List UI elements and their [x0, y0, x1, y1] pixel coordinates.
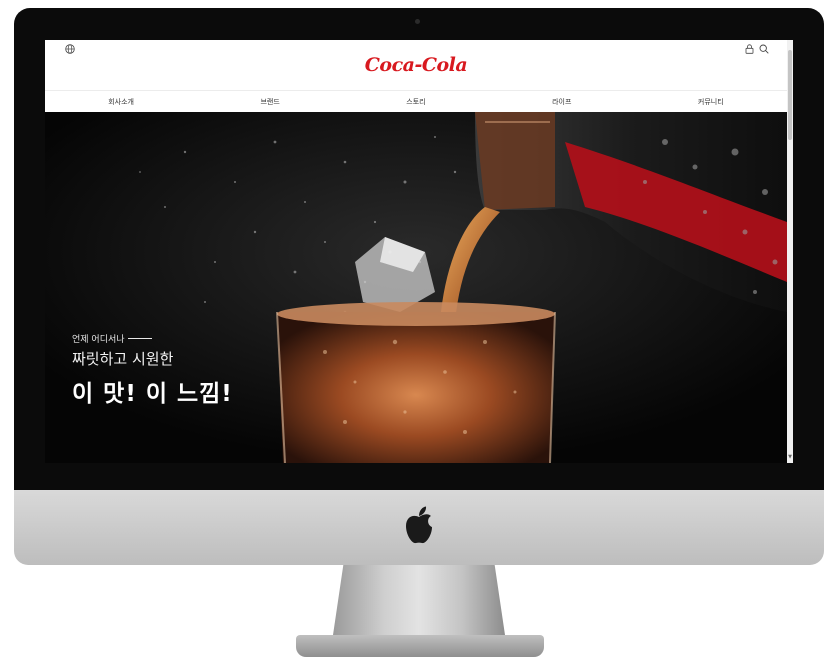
scroll-down-arrow-icon[interactable]: ▼	[787, 453, 793, 461]
monitor-stand-neck	[333, 565, 505, 635]
camera-icon	[415, 19, 420, 24]
hero-title: 이 맛! 이 느낌!	[72, 381, 233, 407]
hero-kicker-text: 언제 어디서나	[72, 335, 125, 345]
hero-banner: 언제 어디서나 짜릿하고 시원한 이 맛! 이 느낌!	[45, 112, 787, 463]
apple-logo-icon	[406, 506, 432, 544]
nav-item-brand[interactable]: 브랜드	[260, 97, 279, 107]
main-nav: 회사소개 브랜드 스토리 라이프 커뮤니티	[45, 90, 787, 113]
page-scrollbar[interactable]: ▼	[787, 40, 793, 463]
nav-item-life[interactable]: 라이프	[552, 97, 571, 107]
screen: Coca-Cola 회사소개 브랜드 스토리 라이프 커뮤니티 언제 어디서나 …	[45, 40, 793, 463]
scrollbar-thumb[interactable]	[788, 50, 792, 140]
lock-icon[interactable]	[745, 44, 754, 54]
nav-item-story[interactable]: 스토리	[406, 97, 425, 107]
hero-subtitle: 짜릿하고 시원한	[72, 350, 174, 368]
nav-item-about[interactable]: 회사소개	[108, 97, 134, 107]
hero-kicker-line	[127, 338, 152, 339]
monitor-stand-foot	[296, 635, 544, 657]
hero-kicker: 언제 어디서나	[72, 332, 152, 345]
hero-image	[45, 112, 787, 463]
brand-logo[interactable]: Coca-Cola	[45, 54, 787, 76]
site-header: Coca-Cola 회사소개 브랜드 스토리 라이프 커뮤니티	[45, 40, 787, 112]
globe-icon[interactable]	[65, 44, 75, 54]
nav-item-community[interactable]: 커뮤니티	[698, 97, 724, 107]
search-icon[interactable]	[759, 44, 769, 54]
